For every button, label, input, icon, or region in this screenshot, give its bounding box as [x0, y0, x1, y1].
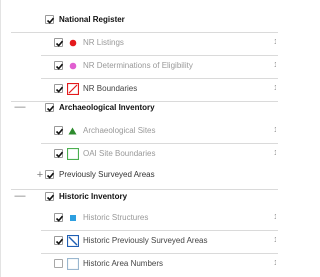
group-label-historic-inventory: Historic Inventory [59, 192, 128, 201]
layer-checkbox-archaeological-sites[interactable] [54, 126, 64, 135]
blue-square-icon [69, 214, 79, 224]
layer-row-historic-area-numbers[interactable]: Historic Area Numbers 1 [1, 252, 278, 276]
layer-checkbox-historic-structures[interactable] [54, 213, 64, 222]
group-checkbox-historic-inventory[interactable] [45, 192, 55, 201]
layer-value: 1 [274, 85, 276, 92]
layer-row-historic-structures[interactable]: Historic Structures 1 [1, 206, 278, 230]
layer-value: 1 [274, 150, 276, 157]
layer-value: 1 [274, 127, 276, 134]
layer-label-nr-listings: NR Listings [83, 38, 124, 47]
layer-label-nr-boundaries: NR Boundaries [83, 84, 138, 93]
empty-box-icon [66, 257, 80, 271]
layer-row-nr-listings[interactable]: NR Listings 1 [1, 31, 278, 55]
layer-label-historic-area-numbers: Historic Area Numbers [83, 259, 164, 268]
red-hatch-box-icon [66, 82, 80, 96]
layer-value: 1 [274, 39, 276, 46]
group-label-national-register: National Register [59, 15, 125, 24]
layer-checkbox-historic-previously-surveyed-areas[interactable] [54, 236, 64, 245]
layer-value: 1 [274, 260, 276, 267]
group-row-archaeological-inventory[interactable]: — Archaeological Inventory [1, 96, 278, 120]
layer-row-historic-previously-surveyed-areas[interactable]: Historic Previously Surveyed Areas 1 [1, 229, 278, 253]
layer-list-panel: National Register NR Listings 1 NR Deter… [0, 0, 278, 277]
pink-dot-icon [69, 62, 79, 72]
layer-checkbox-nr-listings[interactable] [54, 38, 64, 47]
layer-checkbox-historic-area-numbers[interactable] [54, 259, 63, 268]
layer-label-nr-determinations: NR Determinations of Eligibility [83, 61, 193, 70]
layer-checkbox-nr-determinations[interactable] [54, 61, 64, 70]
collapse-icon[interactable]: — [15, 102, 26, 113]
group-checkbox-previously-surveyed-areas[interactable] [45, 170, 55, 179]
layer-label-oai-site-boundaries: OAI Site Boundaries [83, 149, 156, 158]
red-dot-icon [69, 39, 79, 49]
green-box-icon [66, 147, 80, 161]
layer-checkbox-oai-site-boundaries[interactable] [54, 149, 64, 158]
group-checkbox-archaeological-inventory[interactable] [45, 103, 55, 112]
blue-hatch-box-icon [66, 234, 80, 248]
layer-label-historic-structures: Historic Structures [83, 213, 149, 222]
layer-value: 1 [274, 62, 276, 69]
group-row-national-register[interactable]: National Register [1, 8, 278, 32]
green-triangle-icon [68, 127, 78, 137]
layer-value: 1 [274, 214, 276, 221]
expand-icon[interactable]: + [35, 170, 45, 181]
layer-row-archaeological-sites[interactable]: Archaeological Sites 1 [1, 119, 278, 143]
group-checkbox-national-register[interactable] [45, 15, 55, 24]
layer-label-archaeological-sites: Archaeological Sites [83, 126, 156, 135]
group-row-previously-surveyed-areas[interactable]: + Previously Surveyed Areas [1, 163, 278, 187]
layer-value: 1 [274, 237, 276, 244]
layer-label-historic-previously-surveyed-areas: Historic Previously Surveyed Areas [83, 236, 208, 245]
layer-checkbox-nr-boundaries[interactable] [54, 84, 64, 93]
group-label-archaeological-inventory: Archaeological Inventory [59, 103, 155, 112]
collapse-icon[interactable]: — [15, 191, 26, 202]
layer-row-nr-determinations[interactable]: NR Determinations of Eligibility 1 [1, 54, 278, 78]
group-label-previously-surveyed-areas: Previously Surveyed Areas [59, 170, 155, 179]
